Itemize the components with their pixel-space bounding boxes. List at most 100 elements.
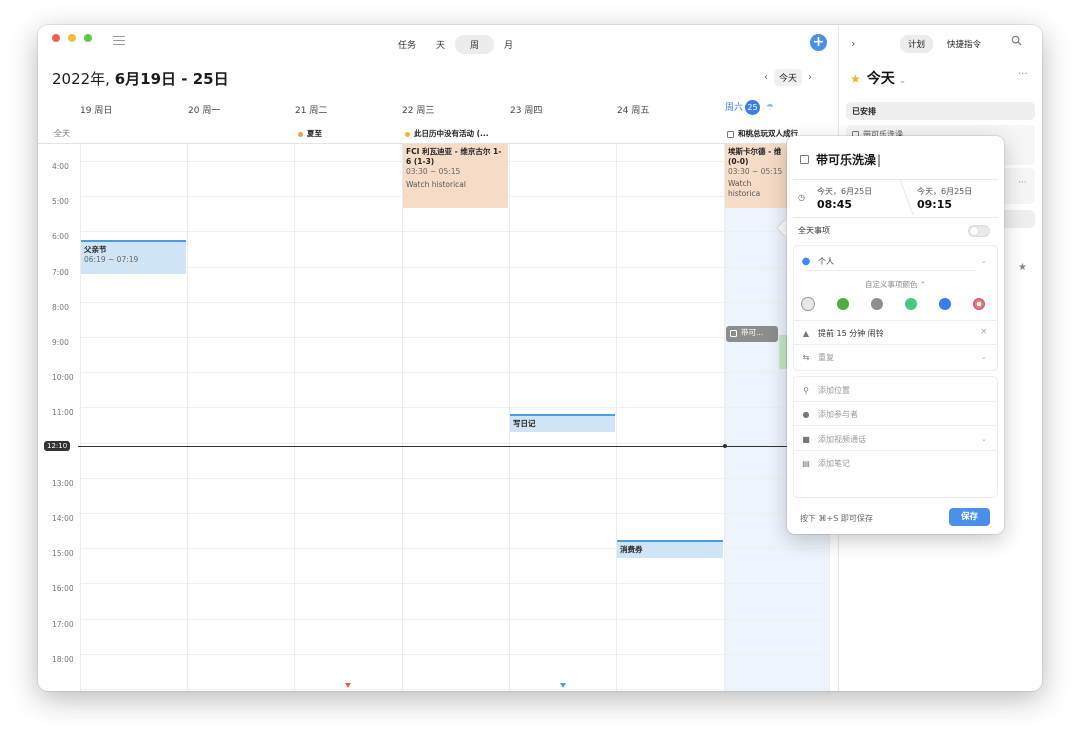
hour-gridline [80,372,830,374]
allday-task-game[interactable]: 和桃总玩双人成行 [727,128,798,139]
hour-gridline [80,337,830,338]
hour-gridline [80,653,830,655]
hour-gridline [80,231,830,233]
attendees-field[interactable]: ● 添加参与者 [800,409,859,420]
divider [793,425,998,426]
star-icon[interactable]: ★ [1018,262,1027,273]
chevron-down-icon: ⌄ [898,76,907,86]
end-time-field[interactable]: 今天，6月25日 09:15 [917,186,972,211]
remove-alert-icon[interactable]: × [980,327,988,337]
current-time-dot [723,444,727,448]
tab-shortcuts[interactable]: 快捷指令 [939,35,989,53]
chevron-down-icon[interactable]: ⌄ [981,257,987,265]
save-button[interactable]: 保存 [949,508,990,526]
tab-day[interactable]: 天 [426,35,455,54]
chevron-down-icon[interactable]: ⌄ [981,353,987,361]
alert-row[interactable]: ▲ 提前 15 分钟 闹铃 [800,328,884,339]
calendar-color-dot: ● [801,256,811,267]
location-field[interactable]: ⚲ 添加位置 [800,385,850,396]
event-fathers-day[interactable]: 父亲节 06:19 ~ 07:19 [81,240,186,274]
minimize-window-button[interactable] [68,34,76,42]
event-score: (0-0) [728,157,749,166]
sidebar-toggle-icon[interactable] [113,36,125,45]
task-checkbox[interactable] [800,155,809,164]
overflow-indicator[interactable] [345,683,351,688]
event-coupon[interactable]: 消费券 [617,540,723,558]
allday-label: 全天 [54,129,70,138]
zoom-window-button[interactable] [84,34,92,42]
close-window-button[interactable] [52,34,60,42]
next-week-button[interactable]: › [808,72,812,83]
task-checkbox[interactable] [730,329,737,337]
video-call-field[interactable]: ■ 添加视频通话 [800,434,866,445]
hour-gridline [80,513,830,514]
calendar-select[interactable]: ● 个人 [800,256,834,267]
repeat-icon: ⇆ [802,353,810,362]
start-day: 今天，6月25日 [817,187,873,196]
event-fci-match[interactable]: FCI 利瓦迪亚 - 维京古尔 1-6 (1-3) 03:30 ~ 05:15 … [403,144,508,208]
hour-label: 15:00 [52,549,74,559]
today-button[interactable]: 今天 [774,69,803,86]
color-swatch-mint[interactable] [905,298,917,310]
hour-gridline [80,477,830,479]
tab-week[interactable]: 周 [455,35,495,54]
custom-color-wheel-icon[interactable] [973,298,985,310]
search-icon[interactable] [1011,35,1022,46]
color-swatch-green[interactable] [837,298,849,310]
day-header-tue[interactable]: 21 周二 [295,103,327,116]
person-icon: ● [802,410,810,419]
hour-gridline [80,618,830,620]
day-header-sun[interactable]: 19 周日 [80,103,112,116]
allday-event-summer-solstice[interactable]: 夏至 [298,128,322,139]
color-swatch-blue[interactable] [939,298,951,310]
add-event-button[interactable]: + [810,34,827,51]
event-title-text: 带可乐洗澡 [816,153,877,167]
text-cursor: | [877,152,882,167]
task-checkbox[interactable] [727,130,734,138]
title-year: 2022年, [52,70,110,88]
chevron-down-icon[interactable]: ⌄ [981,435,987,443]
allday-event-label: 此日历中没有活动 (... [414,129,489,138]
day-header-mon[interactable]: 20 周一 [188,103,220,116]
start-time-field[interactable]: 今天，6月25日 08:45 [817,186,872,211]
tab-month[interactable]: 月 [494,35,523,54]
week-grid[interactable]: 4:00 5:00 6:00 7:00 8:00 9:00 10:00 11:00 13:00 1… [38,144,838,691]
custom-color-toggle[interactable]: 自定义事项颜色 ⌃ [787,279,1004,290]
current-time-label: 12:10 [44,441,71,451]
repeat-text: 重复 [818,353,834,362]
prev-week-button[interactable]: ‹ [764,72,768,83]
col-divider [294,144,295,691]
overflow-indicator[interactable] [560,683,566,688]
collapse-panel-icon[interactable]: › [851,37,855,50]
section-scheduled[interactable]: 已安排 [846,102,1035,120]
hour-label: 9:00 [52,338,69,347]
event-title-field[interactable]: 带可乐洗澡 | [800,151,881,168]
video-placeholder: 添加视频通话 [818,435,866,444]
time-range-separator [884,179,914,215]
today-badge: 25 [745,100,761,115]
event-bath-selected[interactable]: 带可... [726,326,778,342]
repeat-row[interactable]: ⇆ 重复 [800,352,834,363]
more-icon[interactable]: ··· [1018,178,1027,188]
tab-plan[interactable]: 计划 [900,35,934,53]
hour-label: 10:00 [52,373,74,383]
hour-label: 7:00 [52,267,69,277]
toggle-knob [970,227,978,235]
day-header-sat[interactable]: 周六 25 ☂ [725,100,774,115]
more-icon[interactable]: ··· [1018,69,1028,80]
end-day: 今天，6月25日 [917,187,973,196]
notes-field[interactable]: ▤ 添加笔记 [800,458,850,469]
day-header-fri[interactable]: 24 周五 [617,103,649,116]
event-diary[interactable]: 写日记 [510,414,615,432]
right-panel-title[interactable]: ★ 今天 ⌄ [850,68,906,88]
color-swatch-gray[interactable] [871,298,883,310]
tab-tasks[interactable]: 任务 [388,35,426,54]
no-color-swatch[interactable] [801,297,815,311]
day-header-thu[interactable]: 23 周四 [510,103,542,116]
day-header-wed[interactable]: 22 周三 [402,103,434,116]
allday-toggle[interactable] [968,225,990,237]
allday-event-no-activity[interactable]: 此日历中没有活动 (... [405,128,489,139]
divider [793,320,998,321]
event-sat-match[interactable]: 埃斯卡尔德 - 维 (0-0) 03:30 ~ 05:15 Watch hist… [725,144,787,208]
event-time: 06:19 ~ 07:19 [84,255,139,264]
